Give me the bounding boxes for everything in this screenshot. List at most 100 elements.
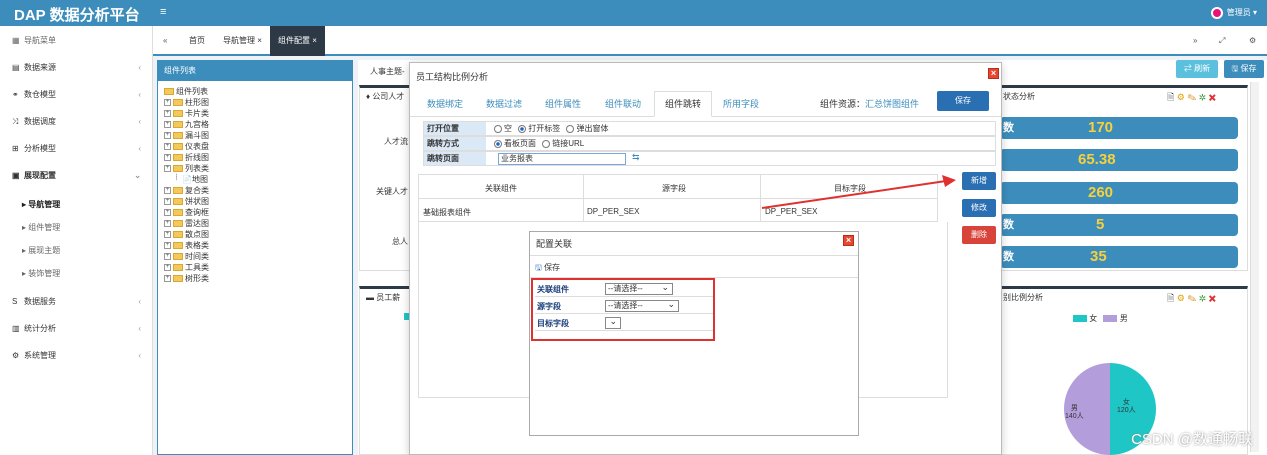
folder-icon (164, 88, 174, 96)
card-label: 关键人才 (376, 187, 408, 196)
refresh-button[interactable]: ⇄ 刷新 (1176, 60, 1218, 78)
open-position-row: 打开位置 空 打开标签 弹出窗体 (423, 121, 996, 136)
tree-node[interactable]: ┆ 📄地图 (173, 174, 208, 185)
tree-node[interactable]: + 树形类 (164, 273, 209, 284)
sidebar-subitem-component-manage[interactable]: ▸ 组件管理 (0, 216, 153, 239)
tree-node[interactable]: + 复合类 (164, 185, 209, 196)
tab-bar: « 首页 导航管理 × 组件配置 × » ⤢ ⚙ (153, 26, 1267, 56)
card-talent-title: ♦ 公司人才 (366, 92, 405, 101)
component-list-title: 组件列表 (158, 61, 352, 81)
tab-home[interactable]: 首页 (189, 26, 205, 56)
tree-node[interactable]: + 表格类 (164, 240, 209, 251)
tree-root[interactable]: 组件列表 (164, 86, 208, 97)
folder-icon (173, 121, 183, 129)
edit-button[interactable]: 修改 (962, 199, 996, 217)
tab-component-props[interactable]: 组件属性 (545, 97, 581, 110)
sidebar-item-data-service[interactable]: S 数据服务 ‹ (0, 289, 153, 315)
jump-page-input[interactable]: 业务报表 (498, 153, 626, 165)
watermark: CSDN @数通畅联 (1131, 431, 1253, 448)
folder-icon (173, 99, 183, 107)
tree-node[interactable]: + 时间类 (164, 251, 209, 262)
sidebar-item-statistics[interactable]: ▥ 统计分析 ‹ (0, 316, 153, 342)
open-position-options[interactable]: 空 打开标签 弹出窗体 (490, 122, 608, 135)
tab-component-link[interactable]: 组件联动 (605, 97, 641, 110)
tree-node[interactable]: + 折线图 (164, 152, 209, 163)
tab-component-jump[interactable]: 组件跳转 (654, 91, 713, 117)
user-avatar-icon (1210, 7, 1223, 19)
folder-icon (173, 198, 183, 206)
card-status: 状态分析 🗎 ⚙ ✎ ✲ ✖ (996, 85, 1248, 271)
sidebar-item-display-config[interactable]: ▣ 展现配置 ⌄ (0, 163, 153, 189)
tree-node[interactable]: + 卡片类 (164, 108, 209, 119)
tree-node[interactable]: + 散点图 (164, 229, 209, 240)
tree-node[interactable]: + 列表类 (164, 163, 209, 174)
vertical-scrollbar[interactable] (1250, 82, 1259, 452)
tree-node[interactable]: + 饼状图 (164, 196, 209, 207)
fullscreen-icon[interactable]: ⤢ (1219, 26, 1225, 56)
jump-mode-options[interactable]: 看板页面 链接URL (490, 137, 584, 150)
config-icon: ⚙ (1176, 92, 1185, 102)
sub-dialog-save[interactable]: 🖫 保存 (535, 262, 560, 276)
card-toolbar[interactable]: 🗎 ⚙ ✎ ✲ ✖ (1167, 291, 1216, 307)
radio-board-page (494, 139, 502, 148)
folder-icon (173, 253, 183, 261)
new-button[interactable]: 新增 (962, 172, 996, 190)
delete-button[interactable]: 删除 (962, 226, 996, 244)
tree-node[interactable]: + 柱形图 (164, 97, 209, 108)
card-gender-title: 别比例分析 (1003, 293, 1043, 302)
open-position-label: 打开位置 (424, 122, 486, 135)
sub-dialog-close-icon[interactable]: × (843, 235, 854, 246)
tree-node[interactable]: + 雷达图 (164, 218, 209, 229)
grid-cell-related[interactable]: 基础报表组件 (423, 207, 471, 218)
app-brand[interactable]: DAP 数据分析平台 (14, 4, 140, 25)
card-label: 总人 (392, 237, 408, 246)
tab-nav-manage[interactable]: 导航管理 × (223, 26, 262, 56)
tree-node[interactable]: + 查询框 (164, 207, 209, 218)
tree-node[interactable]: + 工具类 (164, 262, 209, 273)
folder-icon (173, 264, 183, 272)
sidebar-item-warehouse-model[interactable]: ⚭ 数仓模型 ‹ (0, 82, 153, 108)
tab-scroll-right-icon[interactable]: » (1193, 26, 1197, 56)
stat-card: 65.38 (1000, 149, 1238, 171)
menu-toggle-icon[interactable]: ≡ (160, 6, 166, 18)
bar-chart-icon: ▥ (12, 324, 20, 333)
sidebar-item-system-manage[interactable]: ⚙ 系统管理 ‹ (0, 343, 153, 369)
stat-card: 数5 (1000, 214, 1238, 236)
sidebar-subitem-decor-manage[interactable]: ▸ 装饰管理 (0, 262, 153, 285)
grid-cell-source[interactable]: DP_PER_SEX (587, 207, 639, 216)
browse-icon[interactable]: ⇆ (632, 152, 640, 163)
save-layout-button[interactable]: 🖫 保存 (1224, 60, 1264, 78)
sidebar-item-data-source[interactable]: ▤ 数据来源 ‹ (0, 55, 153, 81)
sidebar-subitem-nav-manage[interactable]: ▸ 导航管理 (0, 193, 153, 216)
close-icon: ✖ (1208, 293, 1217, 303)
sidebar: ▦ 导航菜单 ▤ 数据来源 ‹ ⚭ 数仓模型 ‹ ⤨ 数据调度 ‹ ⊞ 分析模型 ‹ ▣ 展现配置 ⌄… (0, 26, 153, 455)
radio-empty (494, 124, 502, 133)
grid-icon: ▦ (12, 36, 20, 45)
export-icon: 🗎 (1167, 293, 1175, 303)
folder-icon (173, 187, 183, 195)
tab-data-filter[interactable]: 数据过滤 (486, 97, 522, 110)
tree-node[interactable]: + 漏斗图 (164, 130, 209, 141)
dialog-close-icon[interactable]: × (988, 68, 999, 79)
settings-icon[interactable]: ⚙ (1249, 26, 1256, 56)
tab-data-binding[interactable]: 数据绑定 (427, 97, 463, 110)
pie-label-female: 女 120人 (1117, 399, 1136, 414)
card-salary: ▬ 员工薪 (359, 286, 412, 455)
database-icon: ▤ (12, 63, 20, 72)
top-bar (0, 0, 1267, 26)
folder-icon (173, 242, 183, 250)
card-toolbar[interactable]: 🗎 ⚙ ✎ ✲ ✖ (1167, 90, 1216, 106)
tab-used-fields[interactable]: 所用字段 (723, 97, 759, 110)
sidebar-item-analysis-model[interactable]: ⊞ 分析模型 ‹ (0, 136, 153, 162)
dialog-save-button[interactable]: 保存 (937, 91, 989, 111)
sub-dialog-title: 配置关联 (536, 239, 573, 249)
sidebar-subitem-display-theme[interactable]: ▸ 展现主题 (0, 239, 153, 262)
sitemap-icon: ⊞ (12, 144, 19, 153)
tree-node[interactable]: + 九宫格 (164, 119, 209, 130)
user-menu[interactable]: 管理员 ▾ (1210, 7, 1257, 19)
sidebar-item-data-schedule[interactable]: ⤨ 数据调度 ‹ (0, 109, 153, 135)
tab-component-config[interactable]: 组件配置 × (270, 26, 325, 56)
tab-scroll-left-icon[interactable]: « (163, 26, 167, 56)
folder-icon (173, 165, 183, 173)
tree-node[interactable]: + 仪表盘 (164, 141, 209, 152)
